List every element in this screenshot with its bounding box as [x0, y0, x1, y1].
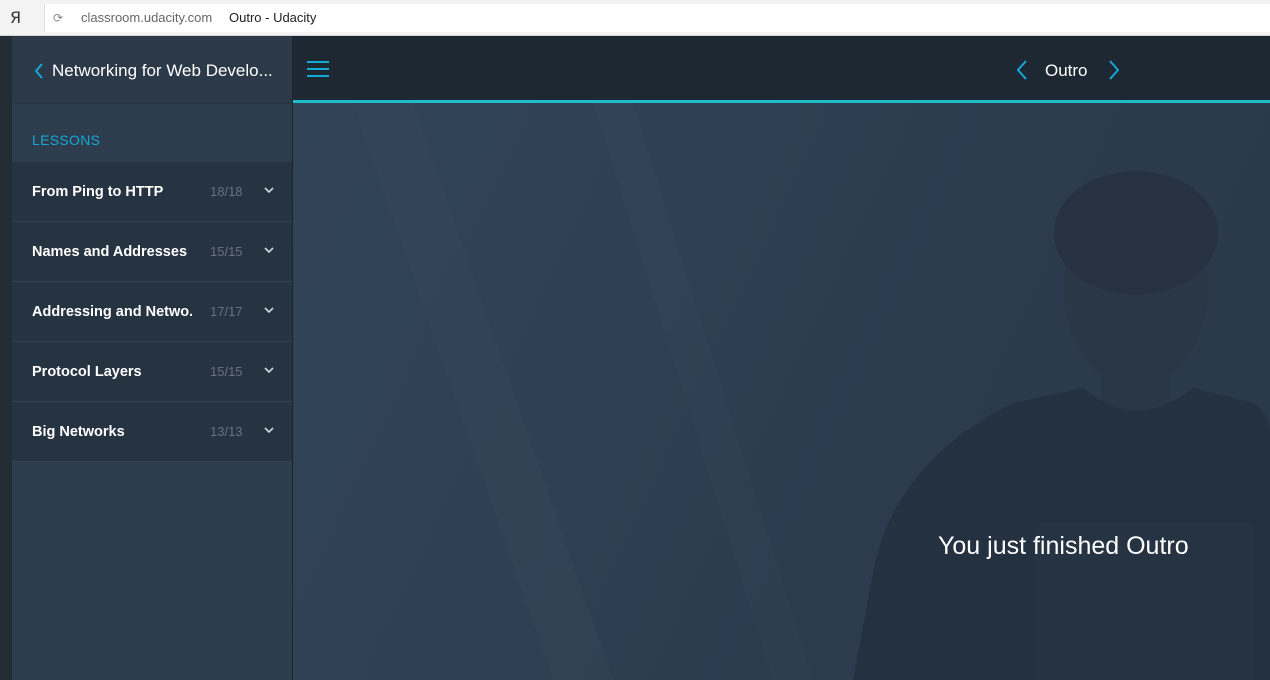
chevron-down-icon[interactable] [263, 245, 275, 255]
browser-address-bar: Я ⟳ classroom.udacity.com Outro - Udacit… [0, 0, 1270, 36]
lesson-item[interactable]: Names and Addresses 15/15 [12, 222, 292, 282]
lessons-label: LESSONS [32, 132, 101, 148]
chevron-left-icon[interactable] [32, 60, 46, 82]
chevron-down-icon[interactable] [263, 425, 275, 435]
reload-icon[interactable]: ⟳ [53, 9, 67, 27]
sidebar-header[interactable]: Networking for Web Develo... [12, 36, 292, 104]
hamburger-menu-icon[interactable] [307, 60, 329, 78]
chevron-down-icon[interactable] [263, 185, 275, 195]
lesson-item[interactable]: Protocol Layers 15/15 [12, 342, 292, 402]
lesson-count: 15/15 [210, 244, 243, 259]
lesson-list: From Ping to HTTP 18/18 Names and Addres… [12, 162, 292, 462]
instructor-video-frame [853, 171, 1270, 680]
window-left-edge [0, 36, 12, 680]
course-title[interactable]: Networking for Web Develo... [52, 60, 284, 82]
chevron-down-icon[interactable] [263, 365, 275, 375]
page-title: Outro - Udacity [229, 10, 317, 25]
previous-concept-button[interactable] [1015, 58, 1029, 82]
finish-message: You just finished Outro [938, 532, 1189, 560]
chevron-down-icon[interactable] [263, 305, 275, 315]
url-box[interactable]: ⟳ classroom.udacity.com Outro - Udacity [44, 4, 1270, 32]
browser-logo[interactable]: Я [10, 8, 24, 28]
lesson-item[interactable]: Big Networks 13/13 [12, 402, 292, 462]
lesson-title: Big Networks [32, 424, 125, 440]
next-concept-button[interactable] [1107, 58, 1121, 82]
url-domain[interactable]: classroom.udacity.com [81, 9, 212, 27]
lesson-count: 17/17 [210, 304, 243, 319]
lesson-item[interactable]: Addressing and Netwo... 17/17 [12, 282, 292, 342]
top-bar: Outro [293, 36, 1270, 101]
lesson-title: Names and Addresses [32, 244, 188, 260]
lesson-count: 13/13 [210, 424, 243, 439]
lesson-title: Addressing and Netwo... [32, 304, 192, 320]
sidebar: Networking for Web Develo... LESSONS Fro… [12, 36, 292, 680]
lesson-item[interactable]: From Ping to HTTP 18/18 [12, 162, 292, 222]
lesson-count: 18/18 [210, 184, 243, 199]
lesson-title: Protocol Layers [32, 364, 142, 380]
lesson-count: 15/15 [210, 364, 243, 379]
lesson-title: From Ping to HTTP [32, 184, 164, 200]
video-area[interactable]: You just finished Outro [293, 103, 1270, 680]
current-concept-title: Outro [1045, 61, 1088, 80]
